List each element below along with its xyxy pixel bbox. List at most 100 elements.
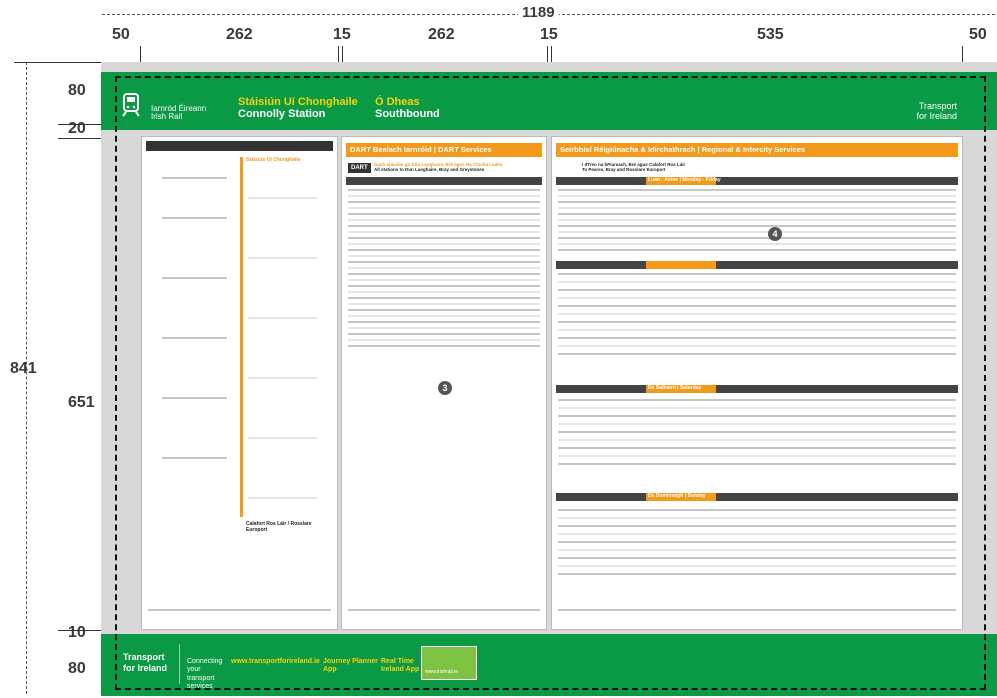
- route-stop: [248, 437, 317, 439]
- row-label-gap-top: 20: [68, 120, 86, 137]
- dart-row: [348, 231, 540, 233]
- route-from-label: Stáisiún Uí Chonghaile: [246, 157, 301, 163]
- dart-subtitle: Gach stáisiún go Dún Laoghaire, Bré agus…: [374, 162, 503, 173]
- col-label-margin-right: 50: [969, 26, 987, 43]
- dart-title: DART Bealach Iarnróid | DART Services: [346, 143, 542, 157]
- saturday-row: [558, 399, 956, 401]
- total-height-label: 841: [10, 360, 37, 377]
- col-label-panel-1: 262: [226, 26, 253, 43]
- dart-row: [348, 303, 540, 305]
- sunday-row: [558, 525, 956, 527]
- saturday-head: [556, 385, 958, 393]
- saturday-row: [558, 431, 956, 433]
- dart-row: [348, 333, 540, 335]
- tfi-bottom-top: Transport: [123, 652, 165, 662]
- saturday-row: [558, 447, 956, 449]
- route-stop: [162, 277, 227, 279]
- sunday-row: [558, 549, 956, 551]
- weekday-row: [558, 249, 956, 251]
- dart-row: [348, 285, 540, 287]
- dart-row: [348, 261, 540, 263]
- dart-row: [348, 225, 540, 227]
- dart-row: [348, 291, 540, 293]
- dart-row: [348, 219, 540, 221]
- route-diagram-panel: Stáisiún Uí Chonghaile Calafort Ros Láir…: [141, 136, 338, 630]
- dart-row: [348, 201, 540, 203]
- route-header: [146, 141, 333, 151]
- route-stop: [162, 177, 227, 179]
- top-banner: Iarnród Éireann Irish Rail Stáisiún Uí C…: [101, 72, 997, 130]
- dart-sub-en: All stations to Dun Laoghaire, Bray and …: [374, 167, 485, 173]
- station-en: Connolly Station: [238, 108, 326, 121]
- col-label-panel-2: 262: [428, 26, 455, 43]
- saturday-row: [558, 455, 956, 457]
- dart-row: [348, 243, 540, 245]
- sunday-row: [558, 517, 956, 519]
- weekday-label: Luan - Aoine | Monday - Friday: [648, 177, 721, 183]
- regional-title: Seirbhísí Réigiúnacha & Idirchathrach | …: [556, 143, 958, 157]
- dart-row: [348, 339, 540, 341]
- weekday-row: [558, 213, 956, 215]
- route-stop: [162, 217, 227, 219]
- saturday-row: [558, 463, 956, 465]
- route-line: [240, 157, 243, 517]
- marker-4: 4: [768, 227, 782, 241]
- weekday-return-row: [558, 297, 956, 299]
- saturday-row: [558, 407, 956, 409]
- dart-row: [348, 315, 540, 317]
- panel-legend: [558, 609, 956, 611]
- dart-row: [348, 309, 540, 311]
- weekday-return-row: [558, 289, 956, 291]
- sunday-row: [558, 509, 956, 511]
- dart-row: [348, 249, 540, 251]
- sunday-row: [558, 565, 956, 567]
- dart-row: [348, 345, 540, 347]
- sunday-head: [556, 493, 958, 501]
- panel-legend: [148, 609, 331, 611]
- weekday-row: [558, 219, 956, 221]
- total-width-label: 1189: [518, 4, 559, 21]
- direction-en: Southbound: [375, 108, 440, 121]
- dart-row: [348, 195, 540, 197]
- total-height-line: [26, 62, 27, 694]
- row-label-top-banner: 80: [68, 82, 86, 99]
- dart-row: [348, 321, 540, 323]
- dart-row: [348, 207, 540, 209]
- dart-row: [348, 189, 540, 191]
- route-stop: [248, 197, 317, 199]
- weekday-return-row: [558, 353, 956, 355]
- dart-row: [348, 255, 540, 257]
- direction-ga: Ó Dheas: [375, 96, 420, 108]
- col-label-panel-3: 535: [757, 26, 784, 43]
- poster: Iarnród Éireann Irish Rail Stáisiún Uí C…: [101, 62, 997, 696]
- regional-subtitle: I dTreo na bPiarsach, Bré agus Calafort …: [582, 162, 685, 173]
- regional-panel: Seirbhísí Réigiúnacha & Idirchathrach | …: [551, 136, 963, 630]
- weekday-row: [558, 237, 956, 239]
- route-stop: [162, 457, 227, 459]
- sunday-row: [558, 541, 956, 543]
- weekday-return-row: [558, 321, 956, 323]
- weekday-row: [558, 189, 956, 191]
- weekday-return-row: [558, 273, 956, 275]
- dart-row: [348, 237, 540, 239]
- route-stop: [248, 257, 317, 259]
- footer-contact: www.transportforireland.ie: [231, 658, 320, 665]
- footer-tagline: Connecting your transport services: [187, 658, 223, 691]
- guide-row-1: [14, 62, 104, 63]
- weekday-return-row: [558, 345, 956, 347]
- tfi-logo-top: Transport for Ireland: [916, 101, 957, 122]
- col-label-gap-1: 15: [333, 26, 351, 43]
- footer-web: www.irishrail.ie: [425, 669, 459, 675]
- footer-divider: [179, 644, 180, 684]
- weekday-head: [556, 177, 958, 185]
- weekday-return-row: [558, 305, 956, 307]
- route-stop: [162, 397, 227, 399]
- weekday-return-row: [558, 337, 956, 339]
- tfi-bottom-bottom: for Ireland: [123, 662, 168, 673]
- weekday-row: [558, 207, 956, 209]
- weekday-row: [558, 195, 956, 197]
- route-to-label: Calafort Ros Láir / Rosslare Europort: [246, 521, 312, 533]
- tfi-bottom-line: for Ireland: [916, 110, 957, 121]
- sunday-row: [558, 573, 956, 575]
- col-label-margin-left: 50: [112, 26, 130, 43]
